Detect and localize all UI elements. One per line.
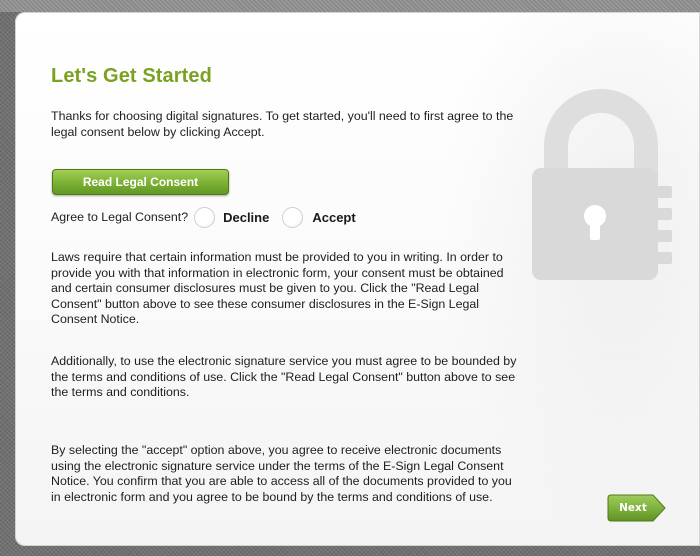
next-label: Next xyxy=(619,502,647,514)
intro-text: Thanks for choosing digital signatures. … xyxy=(51,109,514,139)
window-top-bar xyxy=(0,0,700,12)
decline-radio[interactable] xyxy=(194,206,216,228)
legal-paragraph-3: By selecting the "accept" option above, … xyxy=(51,443,512,504)
accept-radio[interactable] xyxy=(282,206,304,228)
consent-question-label: Agree to Legal Consent? xyxy=(51,210,189,224)
consent-dialog: Let's Get Started Thanks for choosing di… xyxy=(15,12,700,546)
read-legal-consent-button[interactable]: Read Legal Consent xyxy=(52,169,229,195)
decline-label[interactable]: Decline xyxy=(223,210,269,225)
accept-label[interactable]: Accept xyxy=(312,210,355,225)
legal-paragraph-2: Additionally, to use the electronic sign… xyxy=(51,354,517,400)
padlock-icon xyxy=(532,89,672,280)
page-title: Let's Get Started xyxy=(51,65,212,87)
next-button[interactable]: Next xyxy=(607,494,667,522)
legal-paragraph-1: Laws require that certain information mu… xyxy=(51,250,504,327)
consent-choice-row: Agree to Legal Consent? Decline Accept xyxy=(51,205,356,229)
